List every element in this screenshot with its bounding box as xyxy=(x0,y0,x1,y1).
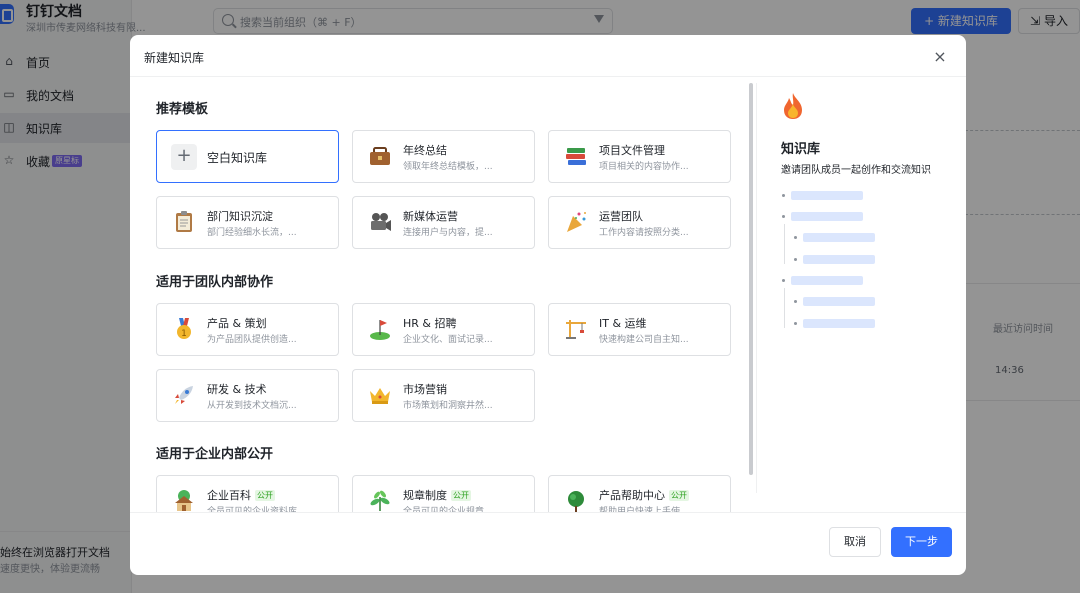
template-card-blank[interactable]: + 空白知识库 xyxy=(156,130,339,183)
preview-subtitle: 邀请团队成员一起创作和交流知识 xyxy=(781,165,931,176)
dialog-header: 新建知识库 × xyxy=(130,35,966,77)
medal-icon: 1 xyxy=(171,317,197,343)
template-name: 产品帮助中心 公开 xyxy=(599,489,689,502)
template-name: 运营团队 xyxy=(599,210,643,223)
section-title: 适用于团队内部协作 xyxy=(156,275,274,290)
template-name: IT & 运维 xyxy=(599,317,647,330)
template-name: 规章制度 公开 xyxy=(403,489,471,502)
tree-icon xyxy=(563,489,589,512)
herb-icon xyxy=(367,489,393,512)
party-icon xyxy=(563,210,589,236)
template-card[interactable]: 规章制度 公开 全员可见的企业规章... xyxy=(352,475,535,512)
template-desc: 部门经验细水长流，... xyxy=(207,228,297,238)
outline-skeleton xyxy=(803,319,875,328)
template-name: 产品 & 策划 xyxy=(207,317,267,330)
template-desc: 工作内容请按照分类... xyxy=(599,228,689,238)
template-card[interactable]: 新媒体运营 连接用户与内容，提... xyxy=(352,196,535,249)
outline-bullet xyxy=(794,300,797,303)
outline-bullet xyxy=(794,236,797,239)
fire-icon xyxy=(781,92,805,120)
template-name: 年终总结 xyxy=(403,144,447,157)
template-desc: 企业文化、面试记录... xyxy=(403,335,493,345)
template-desc: 市场策划和洞察井然... xyxy=(403,401,493,411)
outline-skeleton xyxy=(791,191,863,200)
public-tag: 公开 xyxy=(451,490,471,501)
golf-icon xyxy=(367,317,393,343)
cancel-button[interactable]: 取消 xyxy=(829,527,881,557)
outline-skeleton xyxy=(791,212,863,221)
template-preview: 知识库 邀请团队成员一起创作和交流知识 xyxy=(757,78,966,512)
crane-icon xyxy=(563,317,589,343)
section-title: 适用于企业内部公开 xyxy=(156,447,274,462)
dialog-footer: 取消 下一步 xyxy=(130,512,966,575)
outline-tree-line xyxy=(784,224,785,264)
template-card[interactable]: 研发 & 技术 从开发到技术文档沉... xyxy=(156,369,339,422)
preview-title: 知识库 xyxy=(781,142,821,157)
template-desc: 帮助用户快速上手使... xyxy=(599,507,689,512)
template-name: 部门知识沉淀 xyxy=(207,210,273,223)
template-desc: 全员可见的企业规章... xyxy=(403,507,493,512)
template-card[interactable]: 运营团队 工作内容请按照分类... xyxy=(548,196,731,249)
template-card[interactable]: 部门知识沉淀 部门经验细水长流，... xyxy=(156,196,339,249)
outline-bullet xyxy=(794,258,797,261)
outline-tree-line xyxy=(784,288,785,328)
template-desc: 快速构建公司自主知... xyxy=(599,335,689,345)
public-tag: 公开 xyxy=(669,490,689,501)
new-knowledge-base-dialog: 新建知识库 × 推荐模板 + 空白知识库 年终总结 领取年终总结模板，... 项… xyxy=(130,35,966,575)
rocket-icon xyxy=(171,383,197,409)
outline-skeleton xyxy=(803,297,875,306)
template-card[interactable]: 企业百科 公开 全员可见的企业资料库 xyxy=(156,475,339,512)
template-card[interactable]: 1 产品 & 策划 为产品团队提供创造... xyxy=(156,303,339,356)
outline-skeleton xyxy=(803,233,875,242)
camera-icon xyxy=(367,210,393,236)
template-list: 推荐模板 + 空白知识库 年终总结 领取年终总结模板，... 项目文件管理 项目… xyxy=(130,78,750,512)
books-icon xyxy=(563,144,589,170)
outline-bullet xyxy=(794,322,797,325)
template-name: 空白知识库 xyxy=(207,151,268,165)
outline-skeleton xyxy=(791,276,863,285)
template-card[interactable]: HR & 招聘 企业文化、面试记录... xyxy=(352,303,535,356)
outline-bullet xyxy=(782,215,785,218)
template-name: 企业百科 公开 xyxy=(207,489,275,502)
crown-icon xyxy=(367,383,393,409)
template-desc: 全员可见的企业资料库 xyxy=(207,507,298,512)
template-name: 市场营销 xyxy=(403,383,447,396)
plus-icon: + xyxy=(171,144,197,170)
close-icon[interactable]: × xyxy=(932,49,948,65)
briefcase-icon xyxy=(367,144,393,170)
outline-skeleton xyxy=(803,255,875,264)
house-icon xyxy=(171,489,197,512)
template-desc: 从开发到技术文档沉... xyxy=(207,401,297,411)
template-list-scrollbar[interactable] xyxy=(749,83,753,475)
dialog-title: 新建知识库 xyxy=(144,51,205,65)
section-title: 推荐模板 xyxy=(156,102,209,117)
template-name: 项目文件管理 xyxy=(599,144,665,157)
template-desc: 为产品团队提供创造... xyxy=(207,335,297,345)
template-name: HR & 招聘 xyxy=(403,317,457,330)
outline-bullet xyxy=(782,194,785,197)
template-name: 新媒体运营 xyxy=(403,210,458,223)
public-tag: 公开 xyxy=(255,490,275,501)
next-button[interactable]: 下一步 xyxy=(891,527,952,557)
template-card[interactable]: 年终总结 领取年终总结模板，... xyxy=(352,130,535,183)
clipboard-icon xyxy=(171,210,197,236)
outline-bullet xyxy=(782,279,785,282)
template-card[interactable]: 项目文件管理 项目相关的内容协作... xyxy=(548,130,731,183)
template-card[interactable]: 市场营销 市场策划和洞察井然... xyxy=(352,369,535,422)
template-card[interactable]: IT & 运维 快速构建公司自主知... xyxy=(548,303,731,356)
template-desc: 连接用户与内容，提... xyxy=(403,228,493,238)
template-desc: 领取年终总结模板，... xyxy=(403,162,493,172)
template-card[interactable]: 产品帮助中心 公开 帮助用户快速上手使... xyxy=(548,475,731,512)
template-desc: 项目相关的内容协作... xyxy=(599,162,689,172)
svg-text:1: 1 xyxy=(181,329,187,339)
template-name: 研发 & 技术 xyxy=(207,383,267,396)
